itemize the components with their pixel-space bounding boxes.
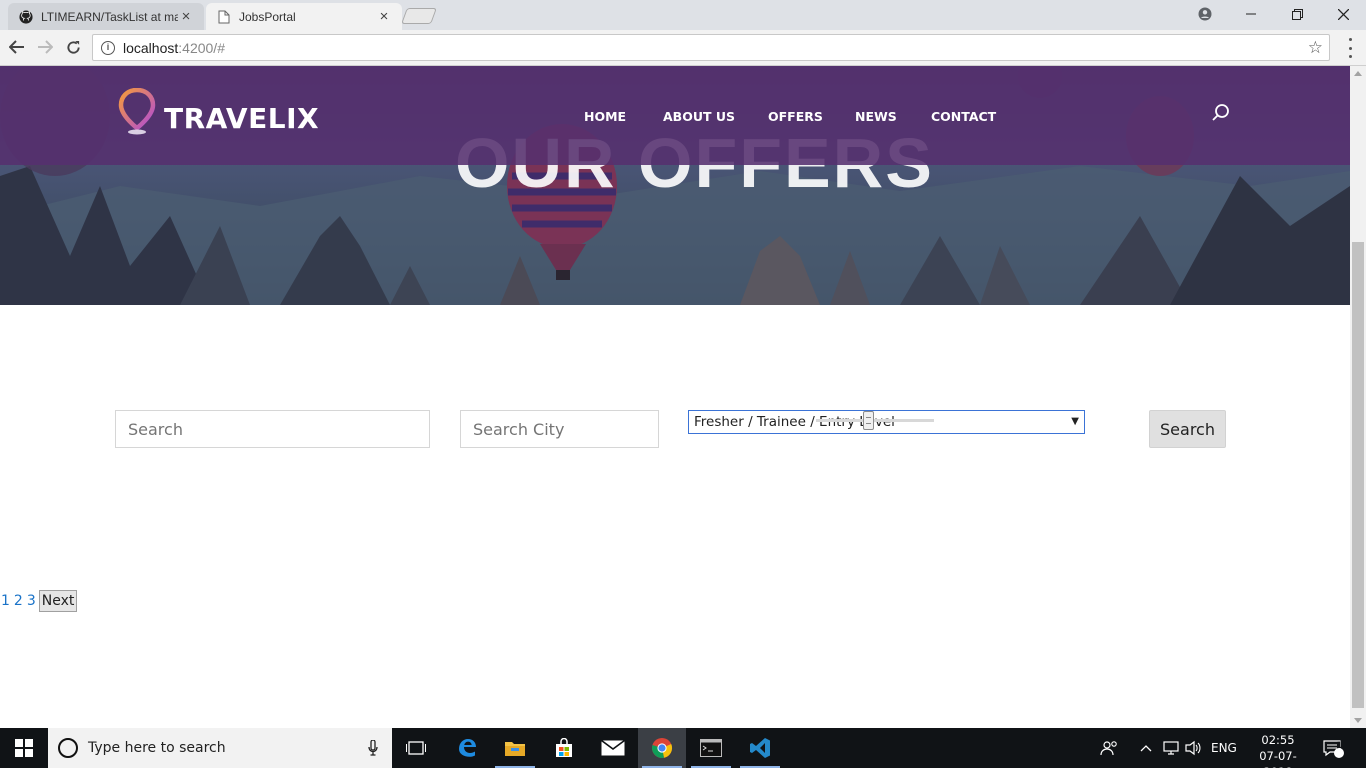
cortana-icon [58, 738, 78, 758]
people-icon[interactable] [1100, 728, 1120, 768]
dropdown-arrow-icon: ▼ [1071, 416, 1079, 427]
browser-toolbar: i localhost:4200/# ☆ [0, 30, 1366, 66]
address-bar[interactable]: i localhost:4200/# ☆ [92, 34, 1330, 61]
scroll-up-icon[interactable] [1354, 71, 1362, 76]
slider-thumb[interactable] [863, 411, 874, 430]
network-icon[interactable] [1162, 728, 1180, 768]
edge-browser-icon[interactable] [443, 728, 491, 768]
bookmark-star-icon[interactable]: ☆ [1308, 38, 1323, 58]
show-hidden-icons-icon[interactable] [1140, 728, 1152, 768]
chrome-icon[interactable] [638, 728, 686, 768]
page-link-1[interactable]: 1 [1, 593, 10, 609]
language-indicator[interactable]: ENG [1211, 728, 1237, 768]
nav-news[interactable]: NEWS [855, 109, 897, 124]
browser-tab-strip: LTIMEARN/TaskList at ma × JobsPortal × [0, 0, 1366, 30]
page-icon [216, 9, 232, 25]
search-button[interactable]: Search [1149, 410, 1226, 448]
scroll-down-icon[interactable] [1354, 718, 1362, 723]
site-header: TRAVELIX HOME ABOUT US OFFERS NEWS CONTA… [0, 66, 1350, 165]
reload-icon[interactable] [62, 36, 84, 58]
action-center-icon[interactable]: 1 [1322, 728, 1344, 768]
vscode-icon[interactable] [736, 728, 784, 768]
close-tab-icon[interactable]: × [178, 8, 194, 25]
windows-taskbar: Type here to search ENG 02:55 07-07-2018… [0, 728, 1366, 779]
close-window-icon[interactable] [1320, 0, 1366, 28]
nav-offers[interactable]: OFFERS [768, 109, 823, 124]
page-link-3[interactable]: 3 [27, 593, 36, 609]
city-search-input[interactable]: Search City [460, 410, 659, 448]
nav-about-us[interactable]: ABOUT US [663, 109, 735, 124]
url-path: :4200/# [178, 39, 225, 56]
taskbar-search-placeholder: Type here to search [88, 740, 226, 756]
new-tab-button[interactable] [401, 8, 437, 24]
nav-home[interactable]: HOME [584, 109, 626, 124]
windows-logo-icon [15, 739, 33, 757]
microphone-icon[interactable] [368, 739, 378, 760]
task-view-icon[interactable] [392, 728, 440, 768]
hero-banner: OUR OFFERS TRAVELIX HOME ABOUT [0, 66, 1350, 305]
nav-contact[interactable]: CONTACT [931, 109, 996, 124]
browser-menu-icon[interactable] [1343, 38, 1357, 58]
close-tab-icon[interactable]: × [376, 8, 392, 25]
clock-date: 07-07-2018 [1259, 749, 1297, 779]
file-explorer-icon[interactable] [491, 728, 539, 768]
scrollbar-thumb[interactable] [1352, 242, 1364, 708]
pagination: 1 2 3 Next [0, 589, 78, 612]
clock-time: 02:55 [1261, 733, 1295, 747]
page-viewport: OUR OFFERS TRAVELIX HOME ABOUT [0, 66, 1350, 728]
tab-title: LTIMEARN/TaskList at ma [41, 9, 178, 24]
site-info-icon[interactable]: i [101, 40, 115, 55]
store-icon[interactable] [540, 728, 588, 768]
github-icon [18, 9, 34, 25]
back-icon[interactable] [6, 36, 28, 58]
start-button[interactable] [0, 728, 48, 768]
keyword-search-input[interactable]: Search [115, 410, 430, 448]
notification-count: 1 [1336, 741, 1343, 751]
mail-icon[interactable] [589, 728, 637, 768]
taskbar-search-box[interactable]: Type here to search [48, 728, 392, 768]
page-scrollbar[interactable] [1350, 66, 1366, 728]
next-page-button[interactable]: Next [38, 589, 78, 612]
minimize-icon[interactable] [1228, 0, 1274, 28]
url-host: localhost [123, 39, 179, 56]
slider-track[interactable] [816, 419, 934, 422]
volume-icon[interactable] [1185, 728, 1203, 768]
browser-tab-github[interactable]: LTIMEARN/TaskList at ma × [8, 3, 204, 30]
system-clock[interactable]: 02:55 07-07-2018 [1252, 732, 1304, 780]
profile-icon[interactable] [1182, 0, 1228, 28]
page-link-2[interactable]: 2 [14, 593, 23, 609]
restore-icon[interactable] [1274, 0, 1320, 28]
browser-tab-jobsportal[interactable]: JobsPortal × [206, 3, 402, 30]
forward-icon[interactable] [34, 36, 56, 58]
command-prompt-icon[interactable] [687, 728, 735, 768]
search-icon[interactable] [1211, 103, 1231, 127]
tab-title: JobsPortal [239, 9, 296, 24]
experience-select[interactable]: Fresher / Trainee / Entry Level ▼ [688, 410, 1085, 434]
main-nav: HOME ABOUT US OFFERS NEWS CONTACT [0, 109, 1350, 129]
